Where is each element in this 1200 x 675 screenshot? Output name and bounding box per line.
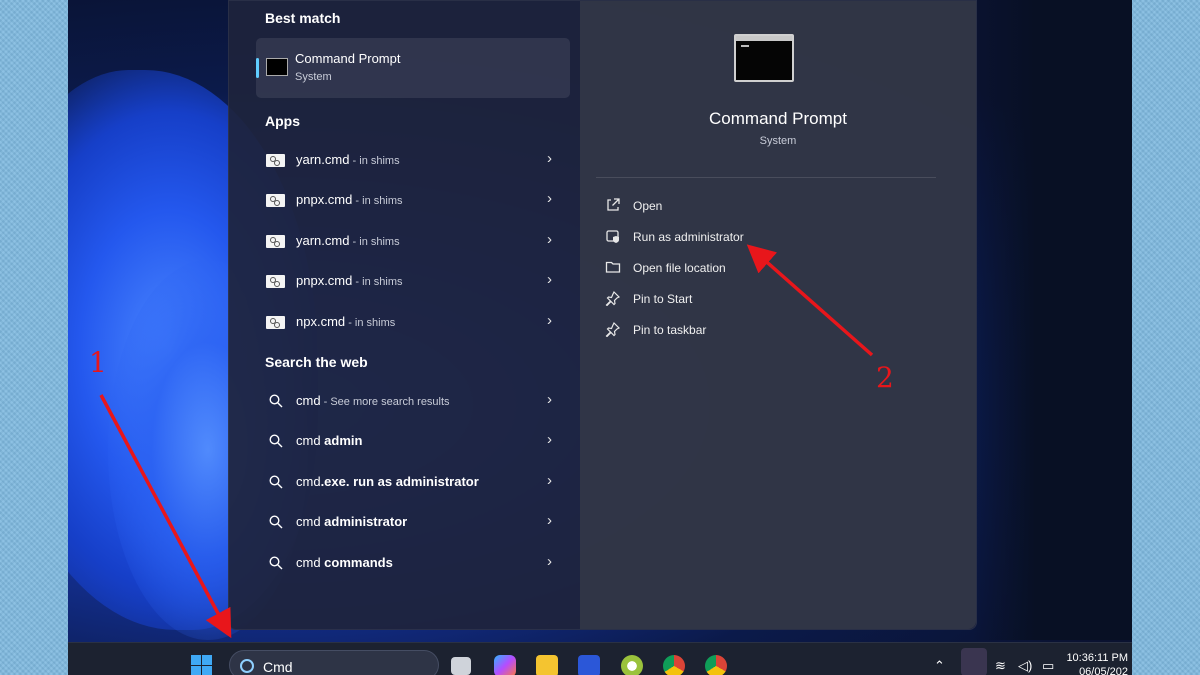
annotation-label-1: 1 [89,346,107,379]
annotation-arrows [99,244,874,639]
annotation-label-2: 2 [876,361,894,394]
annotation-arrow-2 [746,244,874,357]
annotation-arrow-1 [99,394,232,639]
